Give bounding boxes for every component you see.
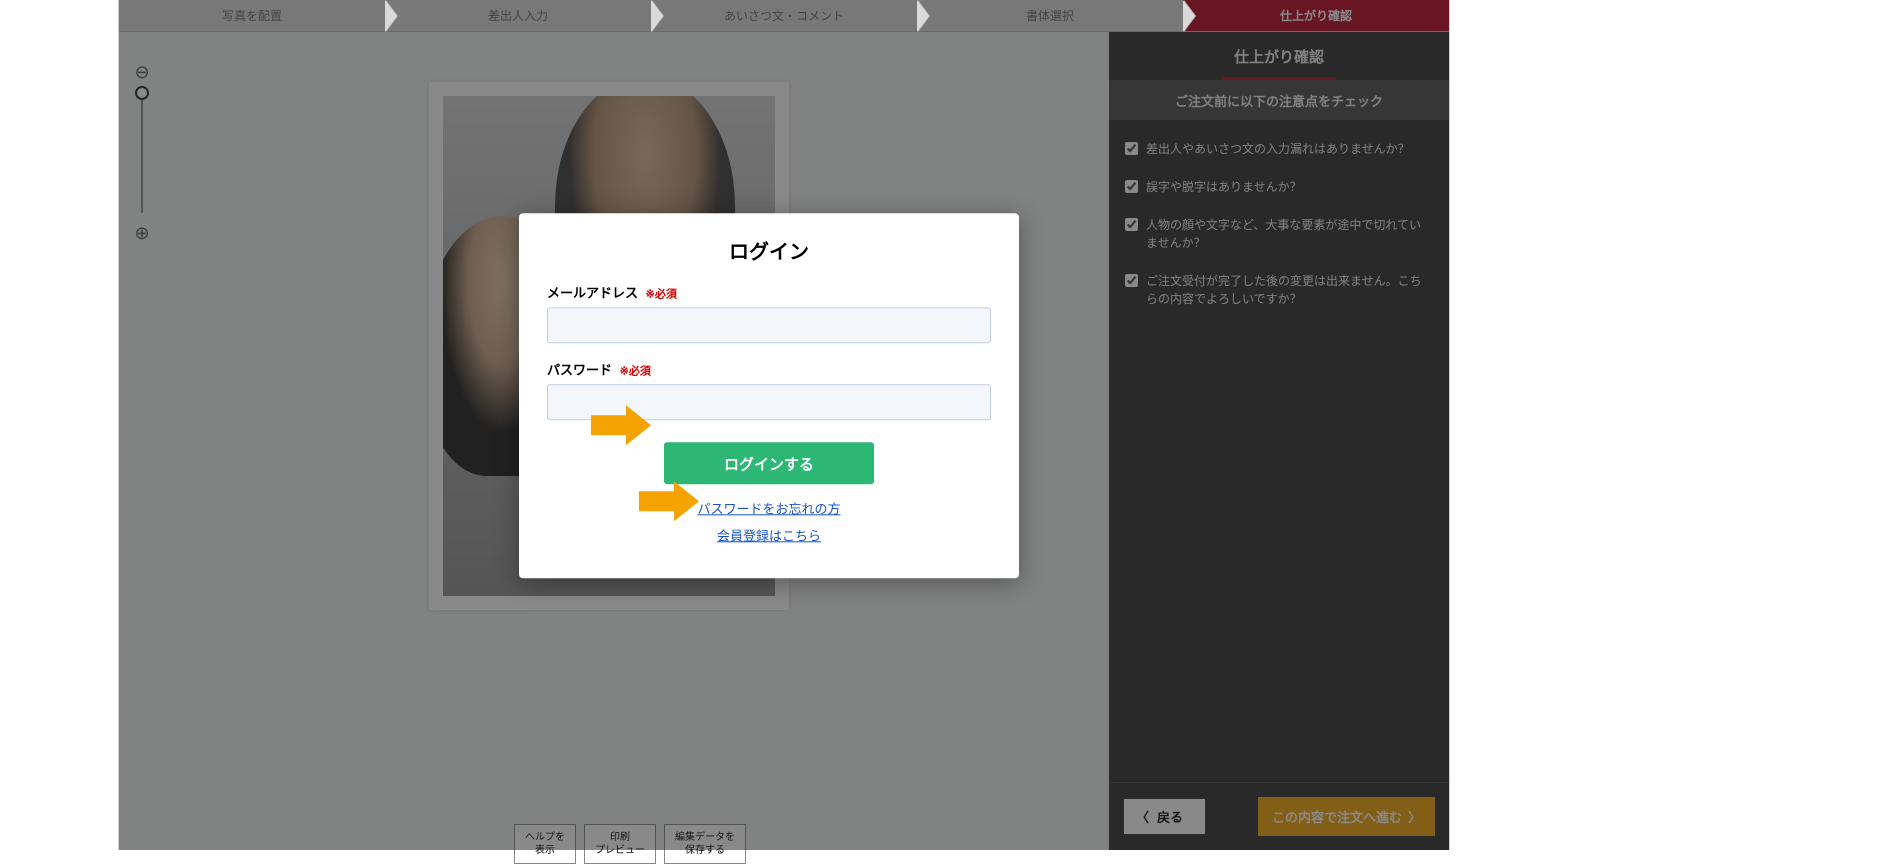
login-button[interactable]: ログインする — [664, 442, 874, 484]
modal-title: ログイン — [547, 235, 991, 264]
required-mark: ※必須 — [620, 365, 651, 377]
password-label: パスワード ※必須 — [547, 359, 991, 378]
login-modal: ログイン メールアドレス ※必須 パスワード ※必須 ログインする パスワードを… — [519, 213, 1019, 578]
forgot-password-link[interactable]: パスワードをお忘れの方 — [547, 498, 991, 517]
email-field[interactable] — [547, 307, 991, 343]
callout-arrow-icon — [639, 481, 699, 521]
callout-arrow-icon — [591, 405, 651, 445]
register-link[interactable]: 会員登録はこちら — [547, 525, 991, 544]
required-mark: ※必須 — [646, 288, 677, 300]
app-frame: 写真を配置 差出人入力 あいさつ文・コメント 書体選択 仕上がり確認 ⊖ ⊕ 〒… — [118, 0, 1450, 850]
email-label: メールアドレス ※必須 — [547, 282, 991, 301]
